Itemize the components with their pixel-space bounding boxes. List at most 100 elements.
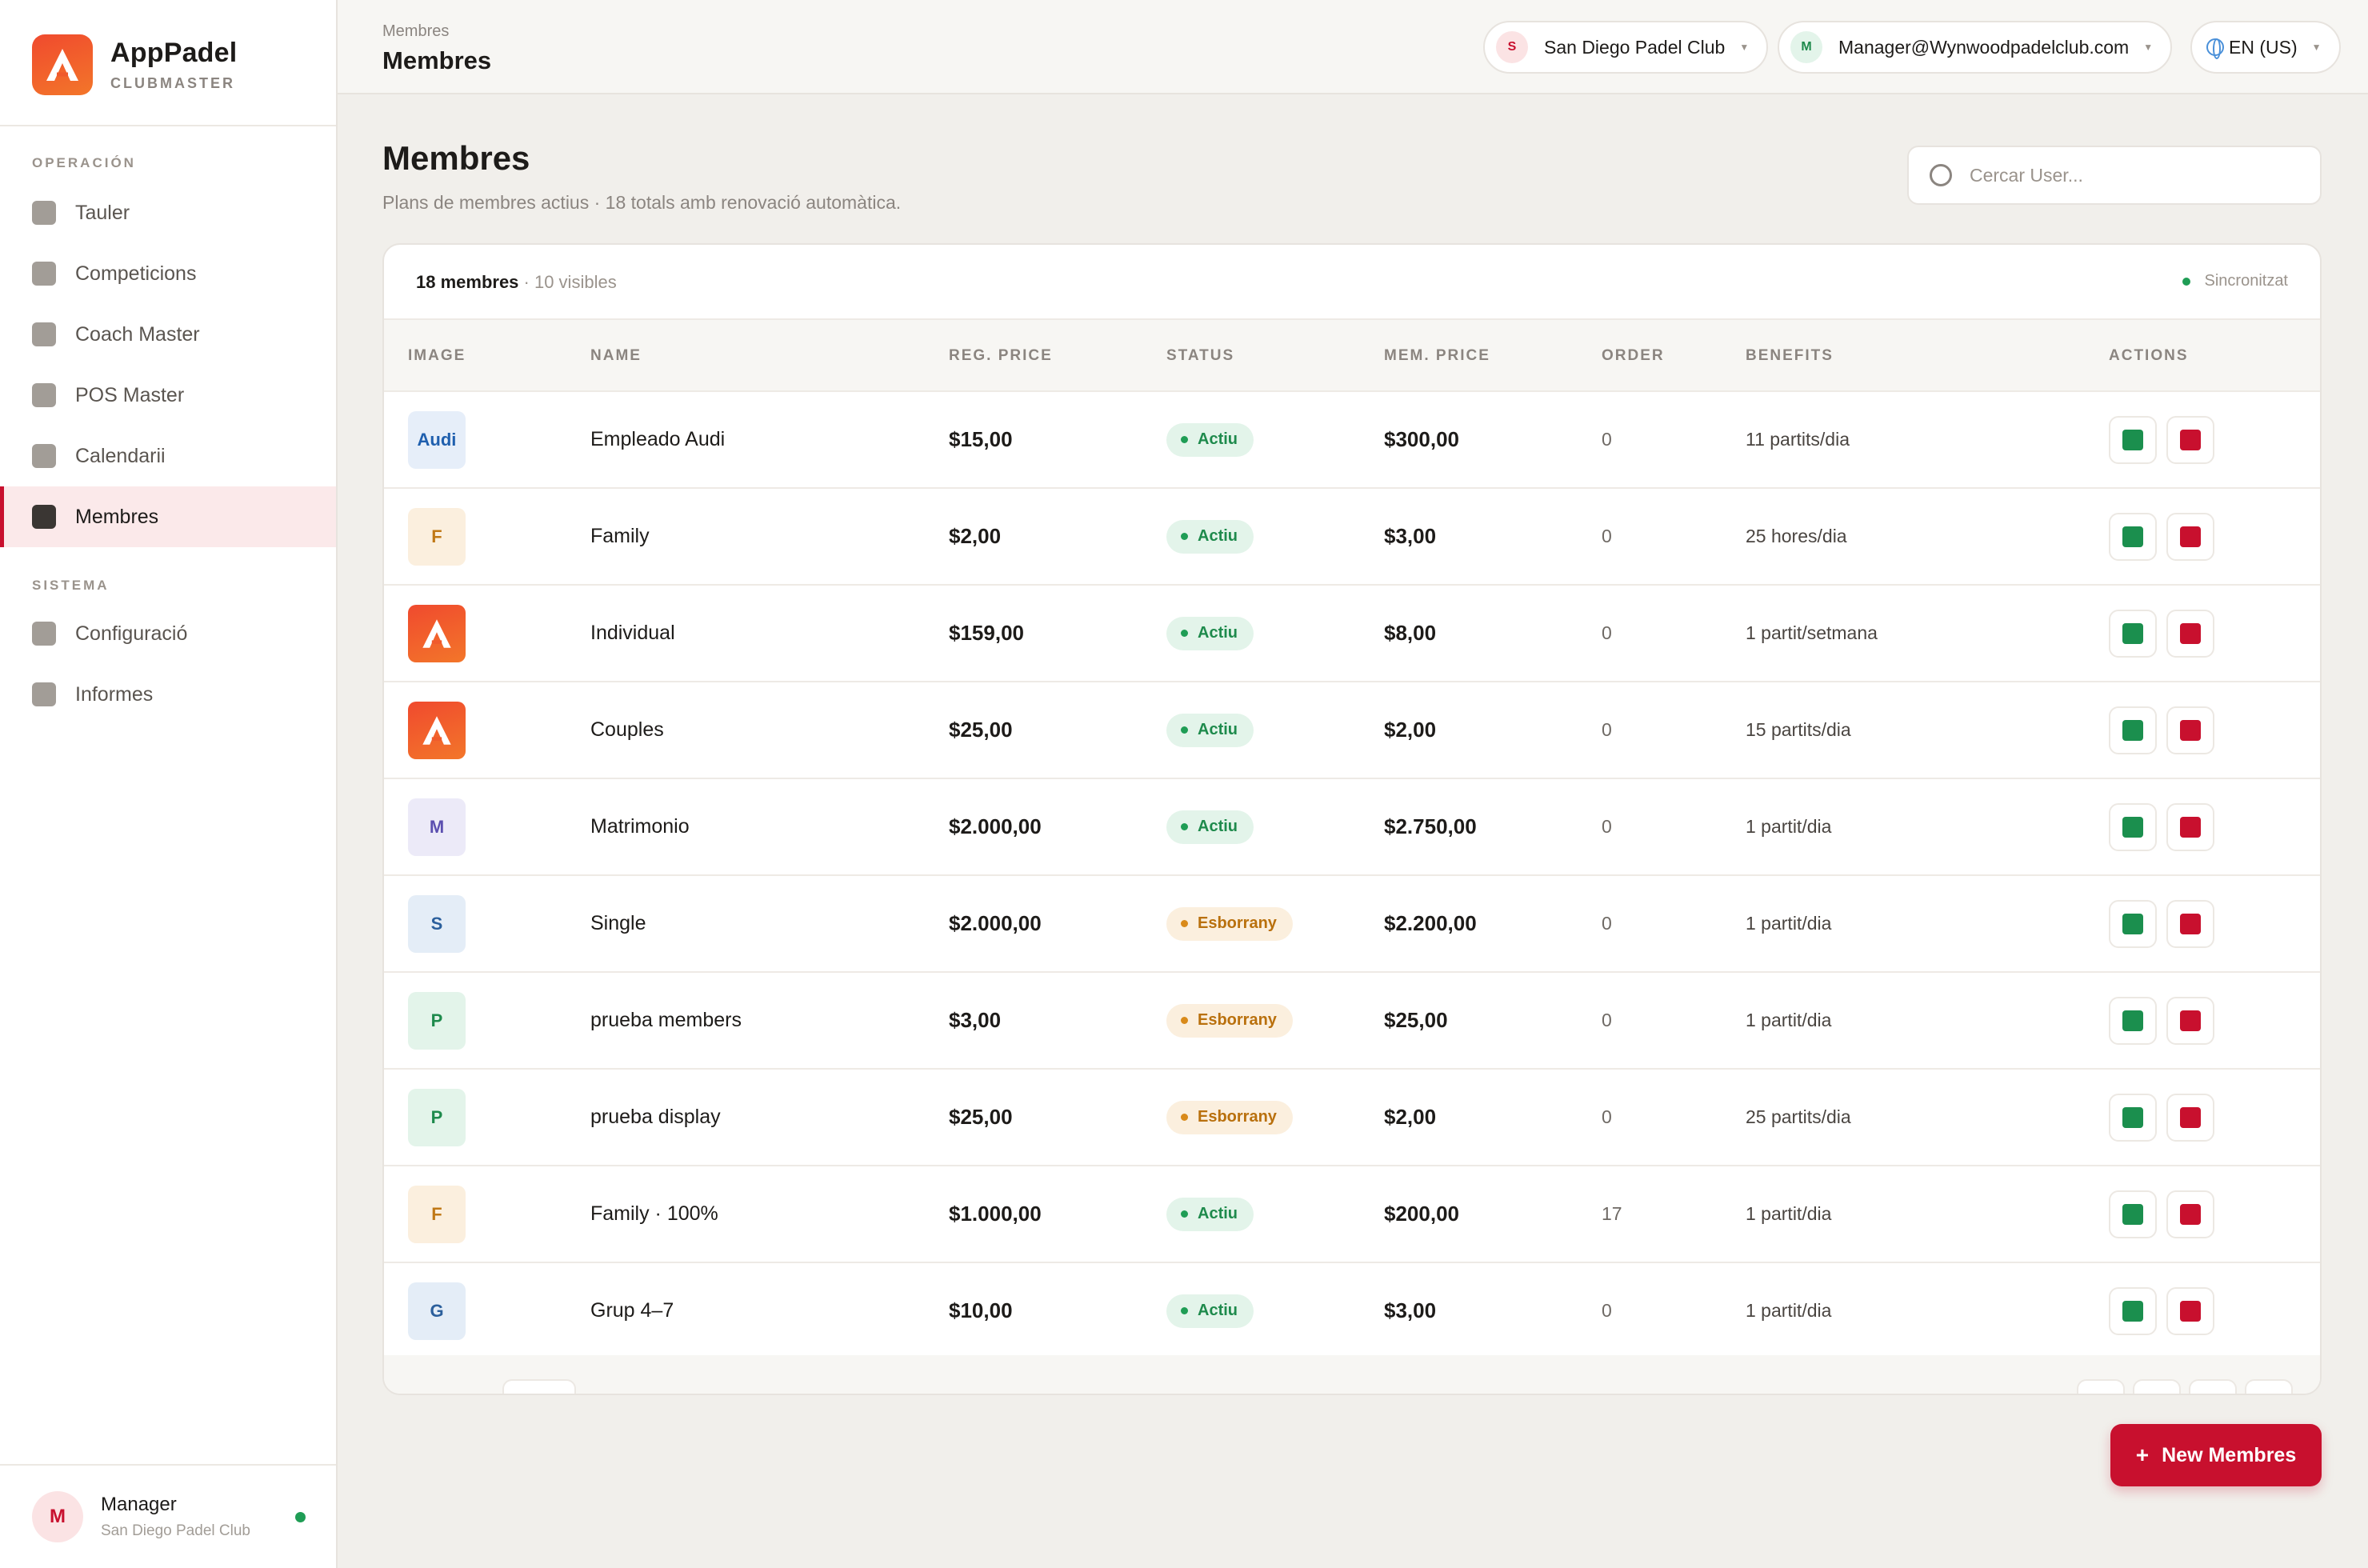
- status-label: Actiu: [1198, 721, 1238, 738]
- edit-button[interactable]: [2109, 802, 2157, 851]
- benefits-value: 25 hores/dia: [1746, 526, 1847, 546]
- table-row[interactable]: Pprueba display $25,00 Esborrany $2,00 0 25 p…: [384, 1070, 2320, 1166]
- edit-button[interactable]: [2109, 706, 2157, 754]
- sidebar-item-label: Membres: [75, 505, 159, 528]
- delete-button[interactable]: [2166, 996, 2214, 1045]
- language-selector[interactable]: EN (US) ▼: [2190, 21, 2341, 74]
- pagination-prev-button[interactable]: [2133, 1379, 2181, 1394]
- benefits-value: 1 partit/dia: [1746, 1300, 1832, 1321]
- membership-thumbnail: M: [408, 798, 466, 856]
- table-row[interactable]: Individual $159,00 Actiu $8,00 0 1 partit/set…: [384, 586, 2320, 682]
- member-count-visible: · 10 visibles: [518, 272, 617, 292]
- status-cell: Esborrany: [1166, 973, 1293, 1068]
- delete-button[interactable]: [2166, 609, 2214, 658]
- sidebar-item-configuracio[interactable]: Configuració: [0, 603, 336, 664]
- member-count-total: 18 membres: [416, 272, 519, 292]
- edit-button[interactable]: [2109, 1093, 2157, 1142]
- table-row[interactable]: F Family · 100% $1.000,00 Actiu $200,00 17 1 p…: [384, 1166, 2320, 1263]
- pagination-next-button[interactable]: [2189, 1379, 2237, 1394]
- page-size-select[interactable]: [502, 1379, 576, 1394]
- delete-button[interactable]: [2166, 1286, 2214, 1335]
- edit-icon: [2122, 1010, 2143, 1031]
- status-cell: Esborrany: [1166, 876, 1293, 971]
- column-header: BENEFITS: [1746, 347, 1834, 364]
- column-header: MEM. PRICE: [1384, 347, 1490, 364]
- breadcrumb[interactable]: Membres: [382, 22, 449, 41]
- delete-button[interactable]: [2166, 1093, 2214, 1142]
- table-row[interactable]: Couples $25,00 Actiu $2,00 0 15 partits/dia: [384, 682, 2320, 779]
- delete-button[interactable]: [2166, 899, 2214, 948]
- status-label: Actiu: [1198, 1302, 1238, 1319]
- avatar: M: [32, 1491, 83, 1542]
- table-row[interactable]: G Grup 4–7 $10,00 Actiu $3,00 0 1 partit/dia: [384, 1263, 2320, 1360]
- table-row[interactable]: F Family $2,00 Actiu $3,00 0 25 hores/dia: [384, 489, 2320, 586]
- user-club: San Diego Padel Club: [101, 1522, 250, 1539]
- image-cell: [408, 682, 466, 778]
- brand[interactable]: AppPadel CLUBMASTER: [32, 34, 237, 96]
- edit-button[interactable]: [2109, 415, 2157, 464]
- edit-button[interactable]: [2109, 512, 2157, 561]
- table-header: IMAGE NAME REG. PRICE STATUS MEM. PRICE ORDER…: [384, 320, 2320, 392]
- pagination-last-button[interactable]: [2245, 1379, 2293, 1394]
- nav-section-operacion: OPERACIÓN: [32, 155, 136, 170]
- table-row[interactable]: M Matrimonio $2.000,00 Actiu $2.750,00 0 1 par…: [384, 779, 2320, 876]
- pagination-first-button[interactable]: [2077, 1379, 2125, 1394]
- edit-button[interactable]: [2109, 996, 2157, 1045]
- actions-cell: [2109, 1070, 2224, 1165]
- account-selector[interactable]: M Manager@Wynwoodpadelclub.com ▼: [1778, 21, 2173, 74]
- status-badge: Actiu: [1166, 713, 1254, 747]
- apppadel-logo-icon: [32, 34, 93, 95]
- club-selector[interactable]: S San Diego Padel Club ▼: [1483, 21, 1769, 74]
- edit-button[interactable]: [2109, 899, 2157, 948]
- sidebar-item-pos-master[interactable]: POS Master: [0, 365, 336, 426]
- status-label: Actiu: [1198, 1205, 1238, 1222]
- image-cell: Audi: [408, 392, 466, 487]
- table-row[interactable]: S Single $2.000,00 Esborrany $2.200,00 0 1 par…: [384, 876, 2320, 973]
- membership-thumbnail: F: [408, 507, 466, 566]
- membership-thumbnail: S: [408, 894, 466, 953]
- delete-icon: [2180, 719, 2201, 741]
- status-dot-icon: [1181, 726, 1188, 734]
- sidebar-item-label: POS Master: [75, 383, 185, 406]
- image-cell: P: [408, 1070, 466, 1165]
- membership-thumbnail: G: [408, 1282, 466, 1340]
- edit-icon: [2122, 429, 2143, 450]
- edit-button[interactable]: [2109, 1286, 2157, 1335]
- user-profile[interactable]: M Manager San Diego Padel Club: [0, 1464, 336, 1568]
- apppadel-logo-icon: [408, 701, 466, 759]
- sidebar-item-competicions[interactable]: Competicions: [0, 243, 336, 304]
- sidebar-item-informes[interactable]: Informes: [0, 664, 336, 725]
- delete-button[interactable]: [2166, 706, 2214, 754]
- sidebar-item-label: Calendarii: [75, 444, 166, 467]
- divider: [0, 125, 336, 126]
- page-title: Membres: [382, 139, 530, 177]
- status-badge: Esborrany: [1166, 906, 1293, 941]
- membership-thumbnail: P: [408, 991, 466, 1050]
- membership-thumbnail: Audi: [408, 410, 466, 469]
- search-input[interactable]: Cercar User...: [1907, 146, 2322, 205]
- delete-button[interactable]: [2166, 415, 2214, 464]
- actions-cell: [2109, 1263, 2224, 1358]
- delete-button[interactable]: [2166, 802, 2214, 851]
- delete-button[interactable]: [2166, 512, 2214, 561]
- edit-button[interactable]: [2109, 609, 2157, 658]
- order-value: 17: [1602, 1203, 1622, 1224]
- edit-button[interactable]: [2109, 1190, 2157, 1238]
- column-header: NAME: [590, 347, 642, 364]
- coach-icon: [32, 322, 56, 346]
- sidebar-item-membres[interactable]: Membres: [0, 486, 336, 547]
- sync-status: Sincronitzat: [2182, 272, 2288, 290]
- mem-price: $3,00: [1384, 1298, 1437, 1322]
- new-membres-button[interactable]: + New Membres: [2110, 1424, 2322, 1486]
- status-badge: Esborrany: [1166, 1003, 1293, 1038]
- delete-button[interactable]: [2166, 1190, 2214, 1238]
- status-dot-icon: [1181, 920, 1188, 927]
- sidebar-item-coach-master[interactable]: Coach Master: [0, 304, 336, 365]
- settings-icon: [32, 622, 56, 646]
- sidebar-item-tauler[interactable]: Tauler: [0, 182, 336, 243]
- sidebar-item-calendarii[interactable]: Calendarii: [0, 426, 336, 486]
- status-cell: Actiu: [1166, 1263, 1254, 1358]
- table-row[interactable]: Pprueba members $3,00 Esborrany $25,00 0 1 pa…: [384, 973, 2320, 1070]
- members-table-card: 18 membres · 10 visibles Sincronitzat IM…: [382, 243, 2322, 1395]
- table-row[interactable]: Audi Empleado Audi $15,00 Actiu $300,00 0 11 p…: [384, 392, 2320, 489]
